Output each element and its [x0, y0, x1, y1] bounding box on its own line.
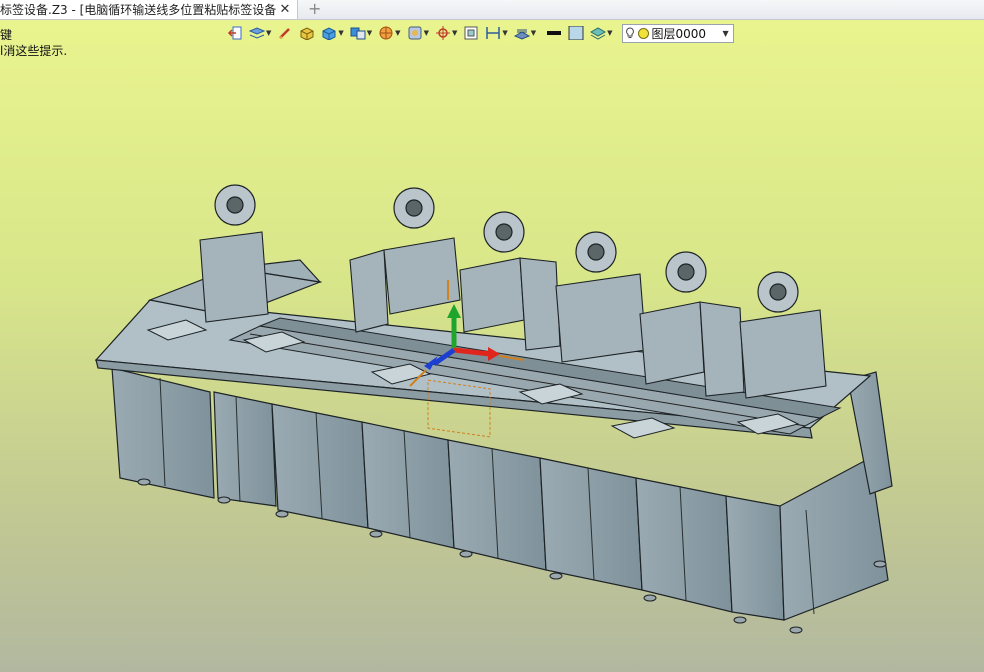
chevron-down-icon: ▼	[338, 29, 344, 37]
brush-icon	[279, 28, 291, 40]
view-cube-button[interactable]: ▼	[404, 23, 432, 43]
material-icon	[590, 27, 607, 40]
frame-icon	[464, 26, 478, 40]
chevron-down-icon: ▼	[530, 29, 537, 37]
pivot-icon	[435, 26, 450, 40]
layer-color-icon	[637, 27, 649, 39]
exit-icon	[227, 26, 242, 40]
layers-icon	[249, 27, 265, 39]
tab-bar: 标签设备.Z3 - [电脑循环输送线多位置粘贴标签设备] ✕ +	[0, 0, 984, 20]
exit-button[interactable]	[224, 23, 246, 43]
new-tab-button[interactable]: +	[308, 0, 321, 18]
chevron-down-icon: ▼	[607, 29, 613, 37]
hint-line-1: 键	[0, 28, 13, 42]
chevron-down-icon: ▼	[502, 29, 508, 37]
fill-color-button[interactable]	[565, 23, 587, 43]
lightbulb-icon	[625, 27, 634, 38]
layer-name: 图层0000	[651, 26, 707, 41]
layers-button[interactable]: ▼	[246, 23, 274, 43]
machine-model[interactable]	[0, 20, 984, 672]
cube-button[interactable]: ▼	[318, 23, 346, 43]
cube-icon	[322, 27, 336, 40]
brush-button[interactable]	[274, 23, 296, 43]
document-tab[interactable]: 标签设备.Z3 - [电脑循环输送线多位置粘贴标签设备] ✕	[0, 0, 298, 19]
dimension-icon	[486, 27, 501, 39]
view-toolbar: ▼ ▼ ▼ ▼ ▼ ▼ ▼ ▼ ▼ 图层0000 ▼	[224, 22, 734, 44]
chevron-down-icon: ▼	[423, 29, 429, 37]
hint-line-2: l消这些提示.	[0, 44, 68, 58]
sphere-segments-button[interactable]: ▼	[375, 23, 403, 43]
grid-button[interactable]: ▼	[511, 23, 539, 43]
solid-box-icon	[300, 27, 314, 40]
pivot-button[interactable]: ▼	[432, 23, 460, 43]
material-button[interactable]: ▼	[587, 23, 615, 43]
frame-button[interactable]	[460, 23, 482, 43]
view-cube-icon	[408, 26, 422, 40]
chevron-down-icon: ▼	[366, 29, 373, 37]
grid-icon	[513, 29, 530, 40]
layer-select[interactable]: 图层0000 ▼	[621, 23, 734, 43]
close-icon[interactable]: ✕	[276, 2, 294, 17]
dimension-button[interactable]: ▼	[482, 23, 510, 43]
blocks-icon	[350, 27, 366, 40]
document-tab-title: 标签设备.Z3 - [电脑循环输送线多位置粘贴标签设备]	[0, 3, 276, 17]
chevron-down-icon: ▼	[451, 29, 458, 37]
line-style-button[interactable]	[543, 23, 565, 43]
chevron-down-icon: ▼	[395, 29, 401, 37]
line-style-icon	[547, 31, 562, 35]
chevron-down-icon: ▼	[266, 29, 272, 37]
chevron-down-icon[interactable]: ▼	[719, 29, 733, 38]
3d-viewport[interactable]: 键 l消这些提示.	[0, 20, 984, 672]
sphere-segments-icon	[379, 26, 393, 40]
blocks-button[interactable]: ▼	[347, 23, 375, 43]
fill-color-icon	[568, 26, 584, 40]
solid-box-button[interactable]	[296, 23, 318, 43]
